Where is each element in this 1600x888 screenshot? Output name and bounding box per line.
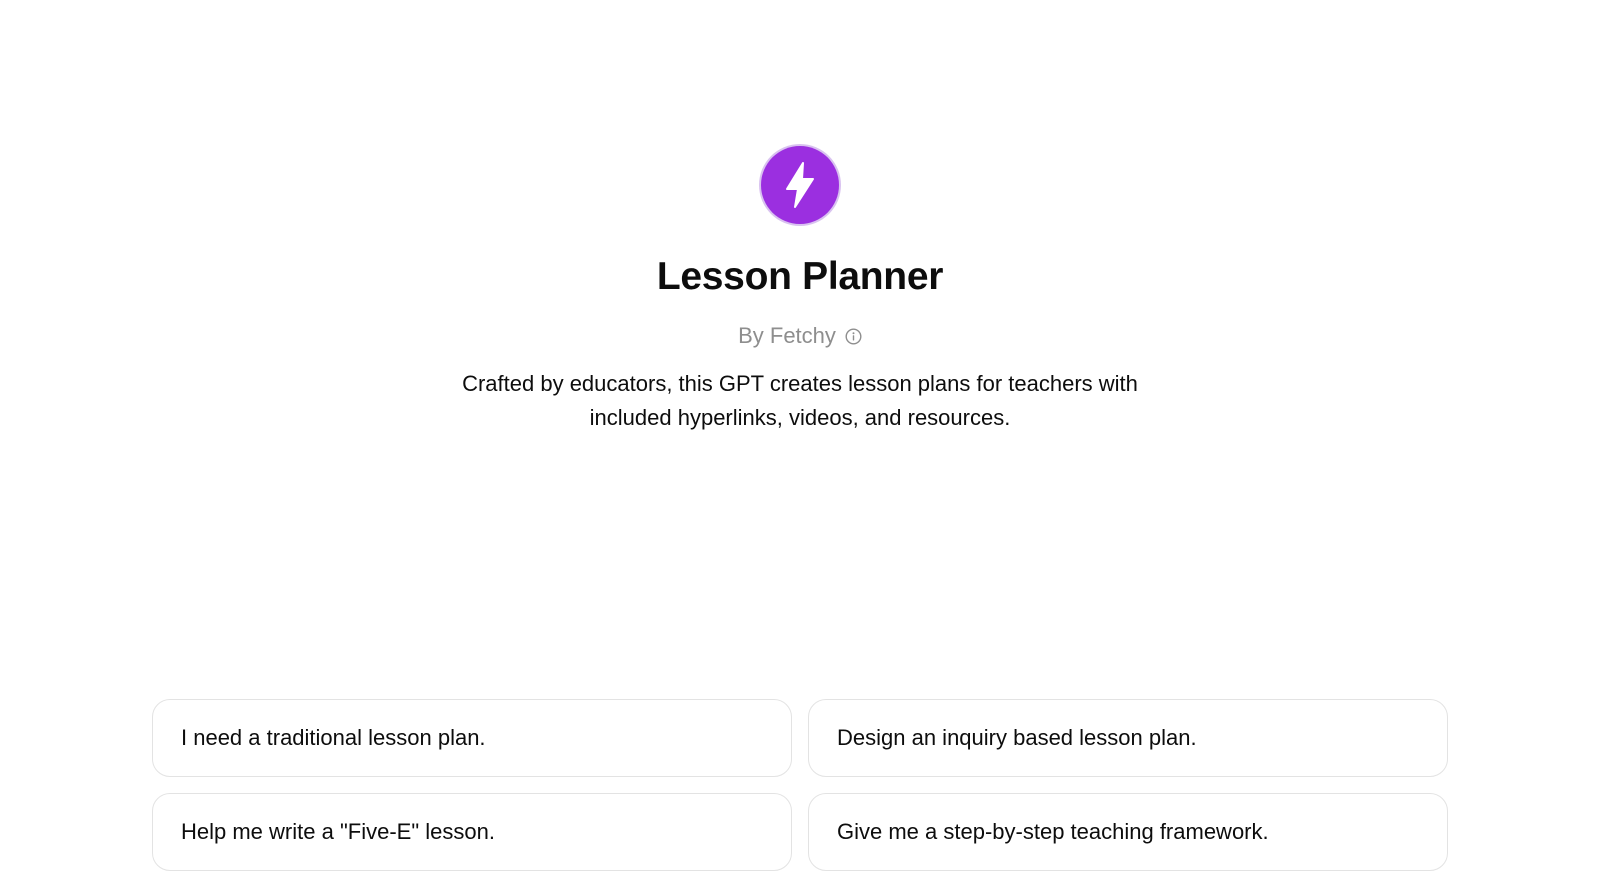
suggestion-grid: I need a traditional lesson plan. Design…: [152, 699, 1448, 871]
info-icon[interactable]: [845, 327, 862, 345]
suggestion-label: Give me a step-by-step teaching framewor…: [837, 819, 1269, 844]
gpt-avatar: [761, 146, 839, 224]
suggestion-label: Help me write a "Five-E" lesson.: [181, 819, 495, 844]
gpt-header: Lesson Planner By Fetchy Crafted by educ…: [0, 146, 1600, 435]
suggestion-button[interactable]: Help me write a "Five-E" lesson.: [152, 793, 792, 871]
suggestion-label: Design an inquiry based lesson plan.: [837, 725, 1197, 750]
gpt-author: By Fetchy: [738, 323, 836, 348]
gpt-welcome-page: Lesson Planner By Fetchy Crafted by educ…: [0, 0, 1600, 888]
suggestion-label: I need a traditional lesson plan.: [181, 725, 486, 750]
suggestion-button[interactable]: I need a traditional lesson plan.: [152, 699, 792, 777]
gpt-description: Crafted by educators, this GPT creates l…: [462, 371, 1138, 430]
gpt-title: Lesson Planner: [656, 255, 944, 298]
suggestion-button[interactable]: Give me a step-by-step teaching framewor…: [808, 793, 1448, 871]
lightning-bolt-icon: [786, 162, 814, 208]
gpt-byline: By Fetchy: [738, 322, 862, 350]
suggestion-button[interactable]: Design an inquiry based lesson plan.: [808, 699, 1448, 777]
